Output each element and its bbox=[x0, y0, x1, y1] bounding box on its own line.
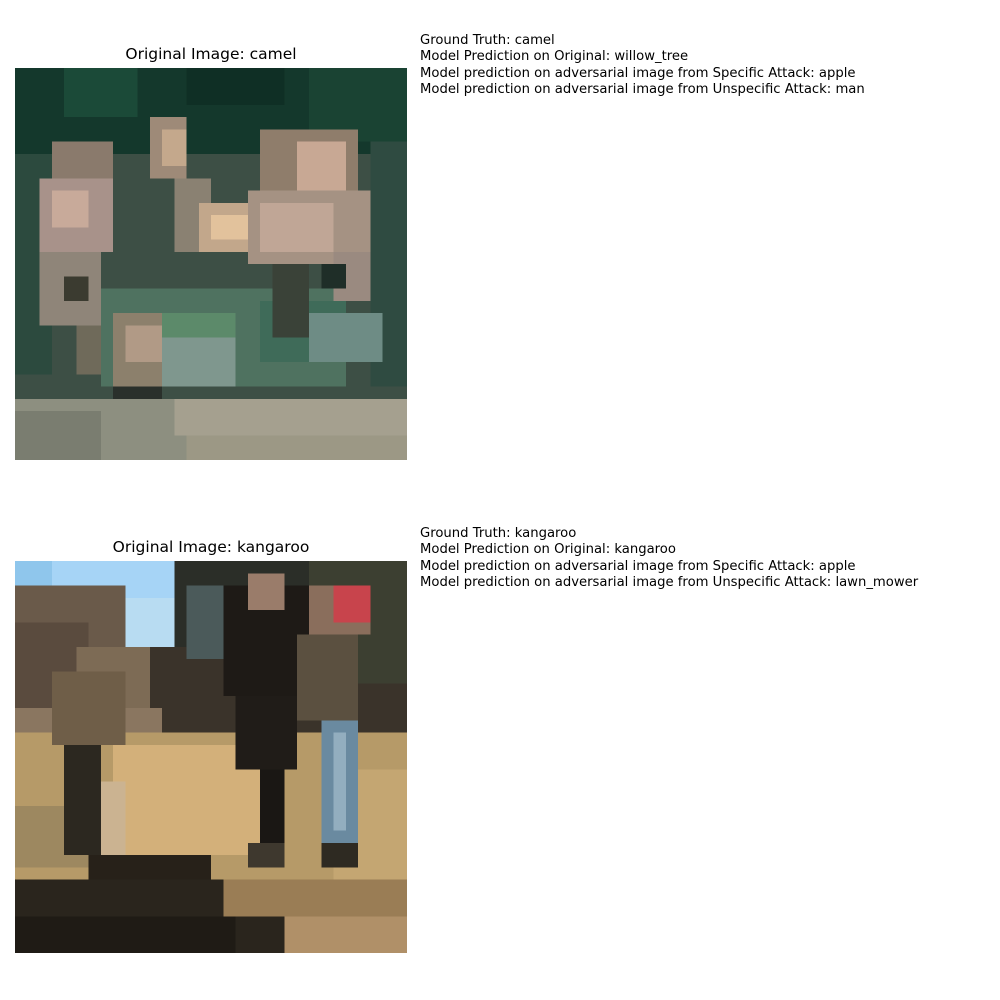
panel-2-info: Ground Truth: kangaroo Model Prediction … bbox=[420, 526, 918, 591]
original-prediction-text: Model Prediction on Original: willow_tre… bbox=[420, 49, 689, 65]
specific-attack-prediction-text: Model prediction on adversarial image fr… bbox=[420, 558, 856, 574]
original-prediction-text: Model Prediction on Original: kangaroo bbox=[420, 542, 676, 558]
kangaroo-image bbox=[15, 561, 407, 953]
camel-image bbox=[15, 68, 407, 460]
specific-attack-prediction-text: Model prediction on adversarial image fr… bbox=[420, 65, 856, 81]
unspecific-attack-prediction-text: Model prediction on adversarial image fr… bbox=[420, 574, 919, 590]
unspecific-attack-prediction-text: Model prediction on adversarial image fr… bbox=[420, 81, 865, 97]
ground-truth-text: Ground Truth: camel bbox=[420, 33, 555, 48]
panel-2-title: Original Image: kangaroo bbox=[112, 538, 310, 556]
panel-1-info: Ground Truth: camel Model Prediction on … bbox=[420, 33, 865, 98]
ground-truth-text: Ground Truth: kangaroo bbox=[420, 526, 577, 541]
panel-1-title: Original Image: camel bbox=[125, 45, 297, 63]
